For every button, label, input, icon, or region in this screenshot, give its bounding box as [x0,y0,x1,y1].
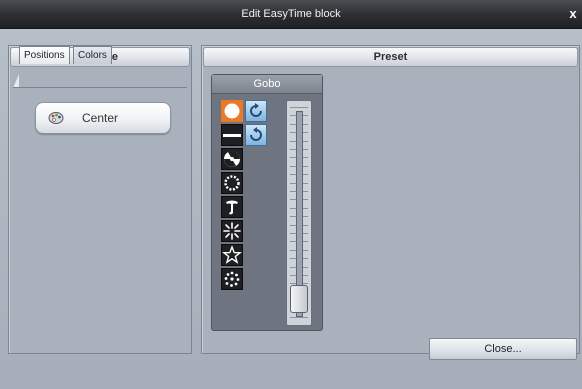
gobo-speed-slider[interactable] [286,100,312,326]
palette-icon [48,111,64,125]
gobo-title: Gobo [212,75,322,94]
title-bar: Edit EasyTime block x [0,0,582,29]
tab-colors[interactable]: Colors [73,46,112,64]
slider-thumb[interactable] [290,285,308,314]
close-button[interactable]: Close... [429,338,577,360]
swirl-gobo-icon[interactable] [221,196,243,218]
tab-decoration [13,74,19,88]
window-title: Edit EasyTime block [241,8,341,20]
three-blade-gobo-icon[interactable] [221,148,243,170]
palette-panel: Palette Positions Colors [8,45,192,354]
tab-positions[interactable]: Positions [19,46,70,64]
rotate-cw-icon[interactable] [245,100,267,122]
bar-gobo-icon[interactable] [221,124,243,146]
dotted-ring-gobo-icon[interactable] [221,172,243,194]
palette-item-label: Center [82,111,119,125]
slider-tick [290,107,308,108]
palette-item-center[interactable]: Center [35,102,171,134]
rotate-ccw-icon[interactable] [245,124,267,146]
window-close-button[interactable]: x [566,0,580,28]
preset-header: Preset [203,47,578,67]
burst-gobo-icon[interactable] [221,220,243,242]
open-gobo-icon[interactable] [221,100,243,122]
dots-gobo-icon[interactable] [221,268,243,290]
slider-tick [290,317,308,318]
star-gobo-icon[interactable] [221,244,243,266]
tab-strip-divider [13,87,187,88]
